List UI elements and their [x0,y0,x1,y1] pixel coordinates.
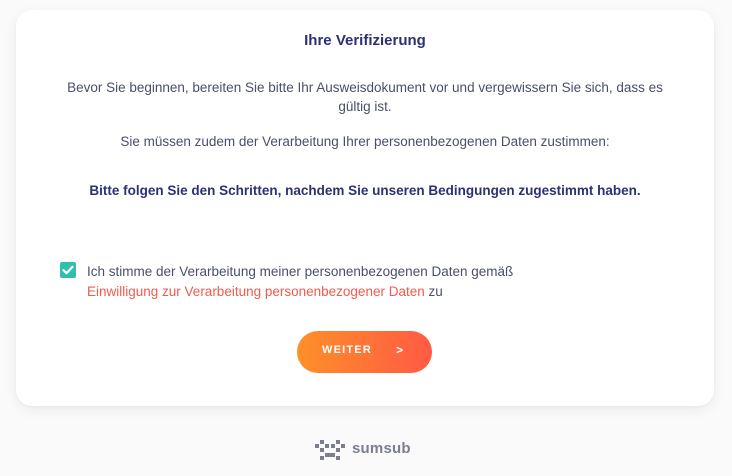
sumsub-wordmark: sumsub [352,440,411,457]
consent-checkbox[interactable] [60,262,76,278]
consent-note-text: Sie müssen zudem der Verarbeitung Ihrer … [120,134,610,149]
consent-label: Ich stimme der Verarbeitung meiner perso… [87,262,647,302]
instruction-text: Bitte folgen Sie den Schritten, nachdem … [89,183,641,198]
verification-card: Ihre Verifizierung Bevor Sie beginnen, b… [16,10,714,406]
chevron-right-icon: > [396,343,404,357]
page-title: Ihre Verifizierung [304,32,426,49]
weiter-button[interactable]: WEITER > [297,331,432,373]
footer: sumsub [0,436,732,462]
consent-label-suffix: zu [428,284,443,299]
weiter-button-label: WEITER [322,344,372,356]
sumsub-logo: sumsub [314,437,414,461]
consent-terms-link[interactable]: Einwilligung zur Verarbeitung personenbe… [87,284,425,299]
consent-label-text: Ich stimme der Verarbeitung meiner perso… [87,264,514,279]
checkmark-icon [62,265,74,275]
sumsub-logo-icon [315,440,345,460]
intro-text: Bevor Sie beginnen, bereiten Sie bitte I… [67,80,663,114]
